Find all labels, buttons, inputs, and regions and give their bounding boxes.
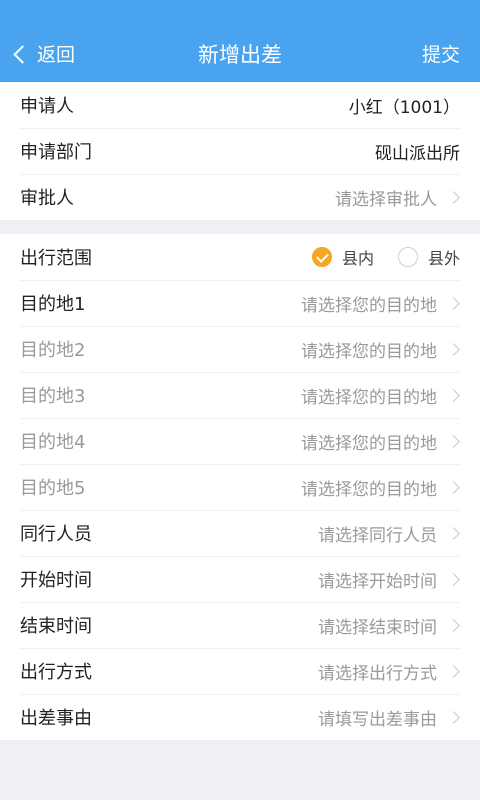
start-time-row[interactable]: 开始时间 请选择开始时间 <box>0 556 480 602</box>
approver-row[interactable]: 审批人 请选择审批人 <box>0 174 480 220</box>
scope-option-in-county[interactable]: 县内 <box>311 245 374 269</box>
destination-row-1[interactable]: 目的地1 请选择您的目的地 <box>0 280 480 326</box>
applicant-info-section: 申请人 小红（1001） 申请部门 砚山派出所 审批人 请选择审批人 <box>0 82 480 220</box>
department-row: 申请部门 砚山派出所 <box>0 128 480 174</box>
department-value: 砚山派出所 <box>375 143 460 164</box>
end-time-row[interactable]: 结束时间 请选择结束时间 <box>0 602 480 648</box>
destination-placeholder: 请选择您的目的地 <box>301 295 437 316</box>
reason-row[interactable]: 出差事由 请填写出差事由 <box>0 694 480 740</box>
radio-checked-icon <box>311 247 332 267</box>
destination-label: 目的地5 <box>20 478 86 499</box>
start-time-label: 开始时间 <box>20 570 92 591</box>
destination-placeholder: 请选择您的目的地 <box>301 479 437 500</box>
submit-button[interactable]: 提交 <box>422 40 460 67</box>
chevron-right-icon <box>447 388 460 402</box>
scope-label: 出行范围 <box>20 248 92 269</box>
end-time-placeholder: 请选择结束时间 <box>318 617 437 638</box>
destination-label: 目的地1 <box>20 294 86 315</box>
chevron-right-icon <box>447 342 460 356</box>
department-label: 申请部门 <box>20 142 92 163</box>
companions-placeholder: 请选择同行人员 <box>318 525 437 546</box>
chevron-right-icon <box>447 710 460 724</box>
approver-label: 审批人 <box>20 188 74 209</box>
chevron-right-icon <box>447 296 460 310</box>
trip-form-section: 出行范围 县内 县外 目的地1 请选择您的目的地 目的地2 请选择您的目的地 目… <box>0 234 480 740</box>
scope-radio-group: 县内 县外 <box>288 245 460 269</box>
destination-row-3[interactable]: 目的地3 请选择您的目的地 <box>0 372 480 418</box>
destination-placeholder: 请选择您的目的地 <box>301 341 437 362</box>
destination-placeholder: 请选择您的目的地 <box>301 387 437 408</box>
chevron-right-icon <box>447 572 460 586</box>
destination-row-2[interactable]: 目的地2 请选择您的目的地 <box>0 326 480 372</box>
chevron-right-icon <box>447 618 460 632</box>
chevron-right-icon <box>447 526 460 540</box>
scope-row: 出行范围 县内 县外 <box>0 234 480 280</box>
chevron-right-icon <box>447 434 460 448</box>
reason-placeholder: 请填写出差事由 <box>318 709 437 730</box>
travel-mode-placeholder: 请选择出行方式 <box>318 663 437 684</box>
destination-label: 目的地3 <box>20 386 86 407</box>
start-time-placeholder: 请选择开始时间 <box>318 571 437 592</box>
applicant-label: 申请人 <box>20 96 74 117</box>
approver-placeholder: 请选择审批人 <box>335 189 437 210</box>
applicant-row: 申请人 小红（1001） <box>0 82 480 128</box>
destination-label: 目的地2 <box>20 340 86 361</box>
radio-unchecked-icon <box>397 247 418 267</box>
section-gap <box>0 220 480 234</box>
end-time-label: 结束时间 <box>20 616 92 637</box>
reason-label: 出差事由 <box>20 708 92 729</box>
destination-row-4[interactable]: 目的地4 请选择您的目的地 <box>0 418 480 464</box>
chevron-right-icon <box>447 664 460 678</box>
page-title: 新增出差 <box>198 43 282 67</box>
travel-mode-label: 出行方式 <box>20 662 92 683</box>
scope-option-label: 县内 <box>341 249 374 268</box>
destination-placeholder: 请选择您的目的地 <box>301 433 437 454</box>
companions-row[interactable]: 同行人员 请选择同行人员 <box>0 510 480 556</box>
top-bar: 返回 新增出差 提交 <box>0 0 480 82</box>
destination-row-5[interactable]: 目的地5 请选择您的目的地 <box>0 464 480 510</box>
destination-label: 目的地4 <box>20 432 86 453</box>
travel-mode-row[interactable]: 出行方式 请选择出行方式 <box>0 648 480 694</box>
scope-option-label: 县外 <box>427 249 460 268</box>
companions-label: 同行人员 <box>20 524 92 545</box>
scope-option-out-county[interactable]: 县外 <box>397 245 460 269</box>
applicant-value: 小红（1001） <box>348 97 460 118</box>
chevron-right-icon <box>447 190 460 204</box>
chevron-right-icon <box>447 480 460 494</box>
